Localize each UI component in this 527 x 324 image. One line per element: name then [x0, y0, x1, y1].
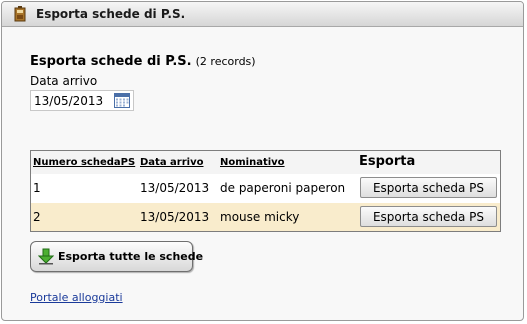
cell-numero: 2: [33, 210, 41, 224]
date-picker: [30, 90, 134, 111]
portale-alloggiati-link[interactable]: Portale alloggiati: [30, 291, 123, 304]
date-label: Data arrivo: [30, 74, 98, 88]
window-titlebar: Esporta schede di P.S.: [2, 2, 523, 27]
column-header-nominativo[interactable]: Nominativo: [220, 157, 285, 168]
table-row: 1 13/05/2013 de paperoni paperon Esporta…: [31, 174, 500, 202]
cell-nominativo: de paperoni paperon: [220, 181, 346, 195]
cell-data-arrivo: 13/05/2013: [140, 181, 210, 195]
column-header-esporta: Esporta: [359, 154, 416, 169]
cell-numero: 1: [33, 181, 41, 195]
window-title: Esporta schede di P.S.: [36, 7, 186, 21]
table-row: 2 13/05/2013 mouse micky Esporta scheda …: [31, 203, 500, 231]
export-window: Esporta schede di P.S. Esporta schede di…: [1, 1, 524, 321]
export-scheda-button[interactable]: Esporta scheda PS: [360, 177, 497, 198]
page-title: Esporta schede di P.S. (2 records): [30, 54, 256, 69]
download-arrow-icon: [38, 248, 54, 265]
calendar-icon[interactable]: [114, 93, 130, 108]
police-badge-icon: [14, 6, 26, 22]
cell-nominativo: mouse micky: [220, 210, 300, 224]
cell-data-arrivo: 13/05/2013: [140, 210, 210, 224]
schede-table: Numero schedaPS Data arrivo Nominativo E…: [30, 150, 501, 232]
table-header: Numero schedaPS Data arrivo Nominativo E…: [31, 151, 500, 175]
page-title-text: Esporta schede di P.S.: [30, 54, 192, 69]
export-all-button[interactable]: Esporta tutte le schede: [30, 241, 203, 272]
date-arrivo-input[interactable]: [34, 93, 110, 108]
column-header-data-arrivo[interactable]: Data arrivo: [140, 157, 204, 168]
export-scheda-button[interactable]: Esporta scheda PS: [360, 206, 497, 227]
export-all-label: Esporta tutte le schede: [58, 250, 204, 263]
record-count: (2 records): [195, 55, 256, 68]
column-header-numero[interactable]: Numero schedaPS: [33, 157, 135, 168]
